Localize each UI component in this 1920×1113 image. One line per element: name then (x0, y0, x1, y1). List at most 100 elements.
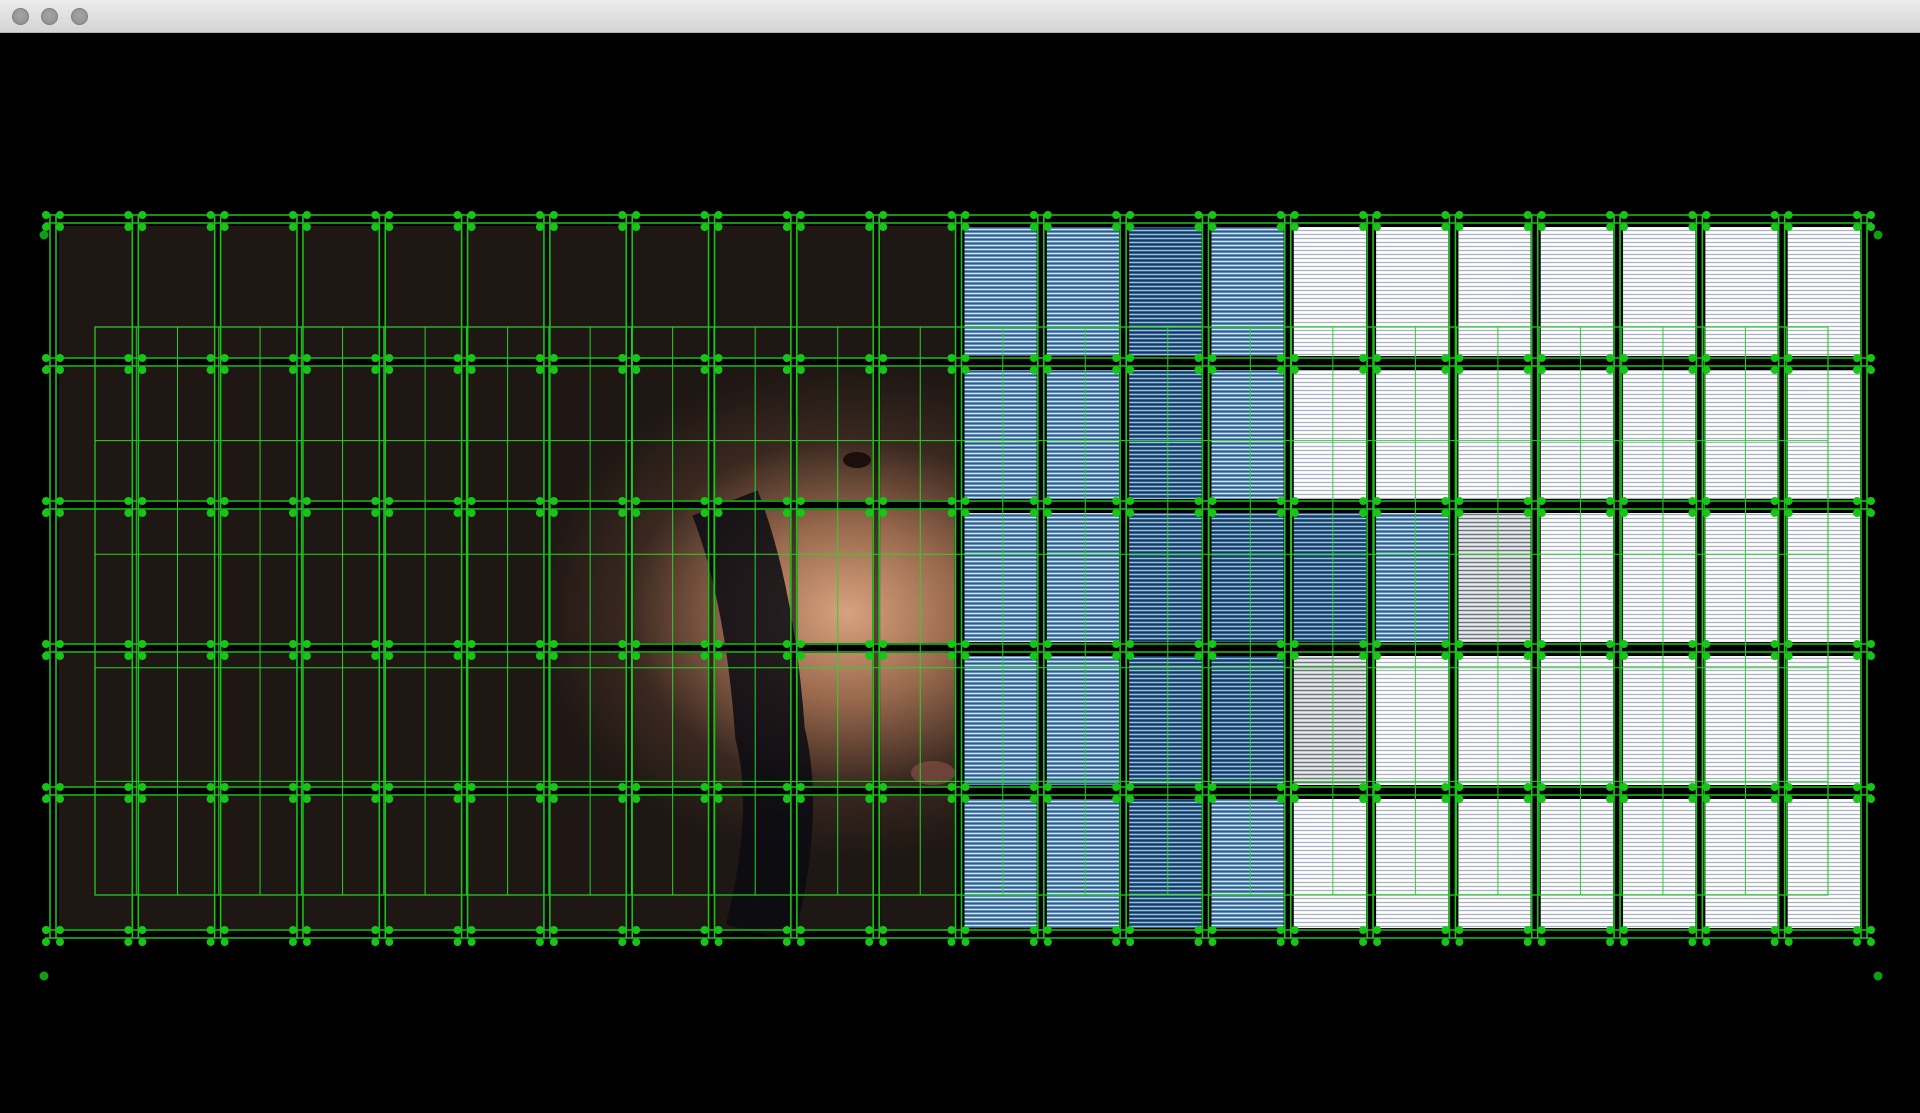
warp-handle-dot[interactable] (453, 938, 462, 946)
warp-handle-dot[interactable] (1126, 938, 1135, 946)
warp-handle-dot[interactable] (714, 652, 723, 660)
warp-handle-dot[interactable] (220, 926, 229, 934)
warp-handle-dot[interactable] (385, 938, 394, 946)
warp-handle-dot[interactable] (1441, 640, 1450, 648)
warp-handle-dot[interactable] (879, 211, 888, 219)
warp-handle-dot[interactable] (1276, 509, 1285, 517)
warp-handle-dot[interactable] (42, 354, 50, 362)
warp-handle-dot[interactable] (42, 497, 50, 505)
warp-handle-dot[interactable] (288, 783, 297, 791)
warp-handle-dot[interactable] (453, 366, 462, 374)
warp-handle-dot[interactable] (1523, 640, 1532, 648)
warp-handle-dot[interactable] (961, 938, 970, 946)
warp-handle-dot[interactable] (879, 795, 888, 803)
warp-handle-dot[interactable] (453, 795, 462, 803)
warp-handle-dot[interactable] (1208, 354, 1217, 362)
warp-handle-dot[interactable] (1373, 366, 1382, 374)
warp-handle-dot[interactable] (1359, 223, 1368, 231)
warp-handle-dot[interactable] (1620, 223, 1629, 231)
warp-handle-dot[interactable] (1290, 211, 1299, 219)
warp-handle-dot[interactable] (879, 938, 888, 946)
warp-handle-dot[interactable] (371, 795, 380, 803)
warp-handle-dot[interactable] (1606, 652, 1615, 660)
warp-handle-dot[interactable] (879, 223, 888, 231)
warp-handle-dot[interactable] (1441, 497, 1450, 505)
warp-handle-dot[interactable] (385, 640, 394, 648)
warp-handle-dot[interactable] (1537, 783, 1546, 791)
warp-handle-dot[interactable] (796, 223, 805, 231)
warp-handle-dot[interactable] (206, 223, 215, 231)
warp-handle-dot[interactable] (1455, 783, 1464, 791)
warp-handle-dot[interactable] (1867, 509, 1875, 517)
warp-handle-dot[interactable] (1523, 354, 1532, 362)
warp-handle-dot[interactable] (138, 640, 147, 648)
warp-handle-dot[interactable] (535, 640, 544, 648)
warp-handle-dot[interactable] (1770, 652, 1779, 660)
warp-handle-dot[interactable] (1702, 223, 1711, 231)
warp-handle-dot[interactable] (1043, 354, 1052, 362)
warp-handle-dot[interactable] (879, 640, 888, 648)
warp-handle-dot[interactable] (124, 211, 133, 219)
warp-handle-dot[interactable] (947, 926, 956, 934)
warp-handle-dot[interactable] (56, 509, 64, 517)
warp-handle-dot[interactable] (206, 640, 215, 648)
warp-handle-dot[interactable] (453, 926, 462, 934)
warp-handle-dot[interactable] (947, 938, 956, 946)
warp-handle-dot[interactable] (124, 926, 133, 934)
warp-handle-dot[interactable] (1194, 509, 1203, 517)
warp-handle-dot[interactable] (632, 509, 641, 517)
warp-handle-dot[interactable] (1770, 223, 1779, 231)
warp-handle-dot[interactable] (1043, 795, 1052, 803)
warp-handle-dot[interactable] (206, 366, 215, 374)
warp-handle-dot[interactable] (1853, 497, 1861, 505)
warp-handle-dot[interactable] (535, 223, 544, 231)
warp-handle-dot[interactable] (1523, 211, 1532, 219)
warp-handle-dot[interactable] (1523, 783, 1532, 791)
warp-handle-dot[interactable] (1112, 223, 1121, 231)
warp-handle-dot[interactable] (302, 783, 311, 791)
warp-handle-dot[interactable] (1702, 783, 1711, 791)
warp-handle-dot[interactable] (56, 783, 64, 791)
warp-handle-dot[interactable] (879, 652, 888, 660)
warp-handle-dot[interactable] (535, 795, 544, 803)
warp-handle-dot[interactable] (1688, 223, 1697, 231)
warp-handle-dot[interactable] (302, 509, 311, 517)
warp-handle-dot[interactable] (535, 783, 544, 791)
warp-handle-dot[interactable] (1290, 938, 1299, 946)
warp-handle-dot[interactable] (796, 366, 805, 374)
warp-handle-dot[interactable] (1688, 509, 1697, 517)
warp-handle-dot[interactable] (714, 223, 723, 231)
warp-handle-dot[interactable] (220, 795, 229, 803)
warp-handle-dot[interactable] (714, 211, 723, 219)
warp-handle-dot[interactable] (1853, 938, 1861, 946)
warp-handle-dot[interactable] (700, 497, 709, 505)
warp-handle-dot[interactable] (1112, 354, 1121, 362)
warp-handle-dot[interactable] (1523, 509, 1532, 517)
warp-handle-dot[interactable] (714, 354, 723, 362)
warp-handle-dot[interactable] (879, 783, 888, 791)
warp-handle-dot[interactable] (1373, 795, 1382, 803)
warp-handle-dot[interactable] (1043, 497, 1052, 505)
warp-handle-dot[interactable] (385, 926, 394, 934)
warp-handle-dot[interactable] (371, 366, 380, 374)
warp-handle-dot[interactable] (549, 354, 558, 362)
warp-handle-dot[interactable] (56, 354, 64, 362)
warp-handle-dot[interactable] (1620, 366, 1629, 374)
warp-handle-dot[interactable] (1359, 783, 1368, 791)
projection-canvas[interactable] (0, 33, 1920, 1113)
warp-handle-dot[interactable] (1620, 211, 1629, 219)
warp-handle-dot[interactable] (124, 938, 133, 946)
warp-handle-dot[interactable] (1290, 223, 1299, 231)
warp-handle-dot[interactable] (1112, 211, 1121, 219)
warp-handle-dot[interactable] (1606, 366, 1615, 374)
warp-handle-dot[interactable] (865, 497, 874, 505)
warp-handle-dot[interactable] (220, 223, 229, 231)
warp-handle-dot[interactable] (1373, 211, 1382, 219)
warp-handle-dot[interactable] (1441, 366, 1450, 374)
warp-handle-dot[interactable] (865, 366, 874, 374)
warp-handle-dot[interactable] (1126, 640, 1135, 648)
warp-handle-dot[interactable] (1029, 354, 1038, 362)
warp-handle-dot[interactable] (1373, 509, 1382, 517)
warp-handle-dot[interactable] (1867, 783, 1875, 791)
warp-handle-dot[interactable] (1606, 509, 1615, 517)
